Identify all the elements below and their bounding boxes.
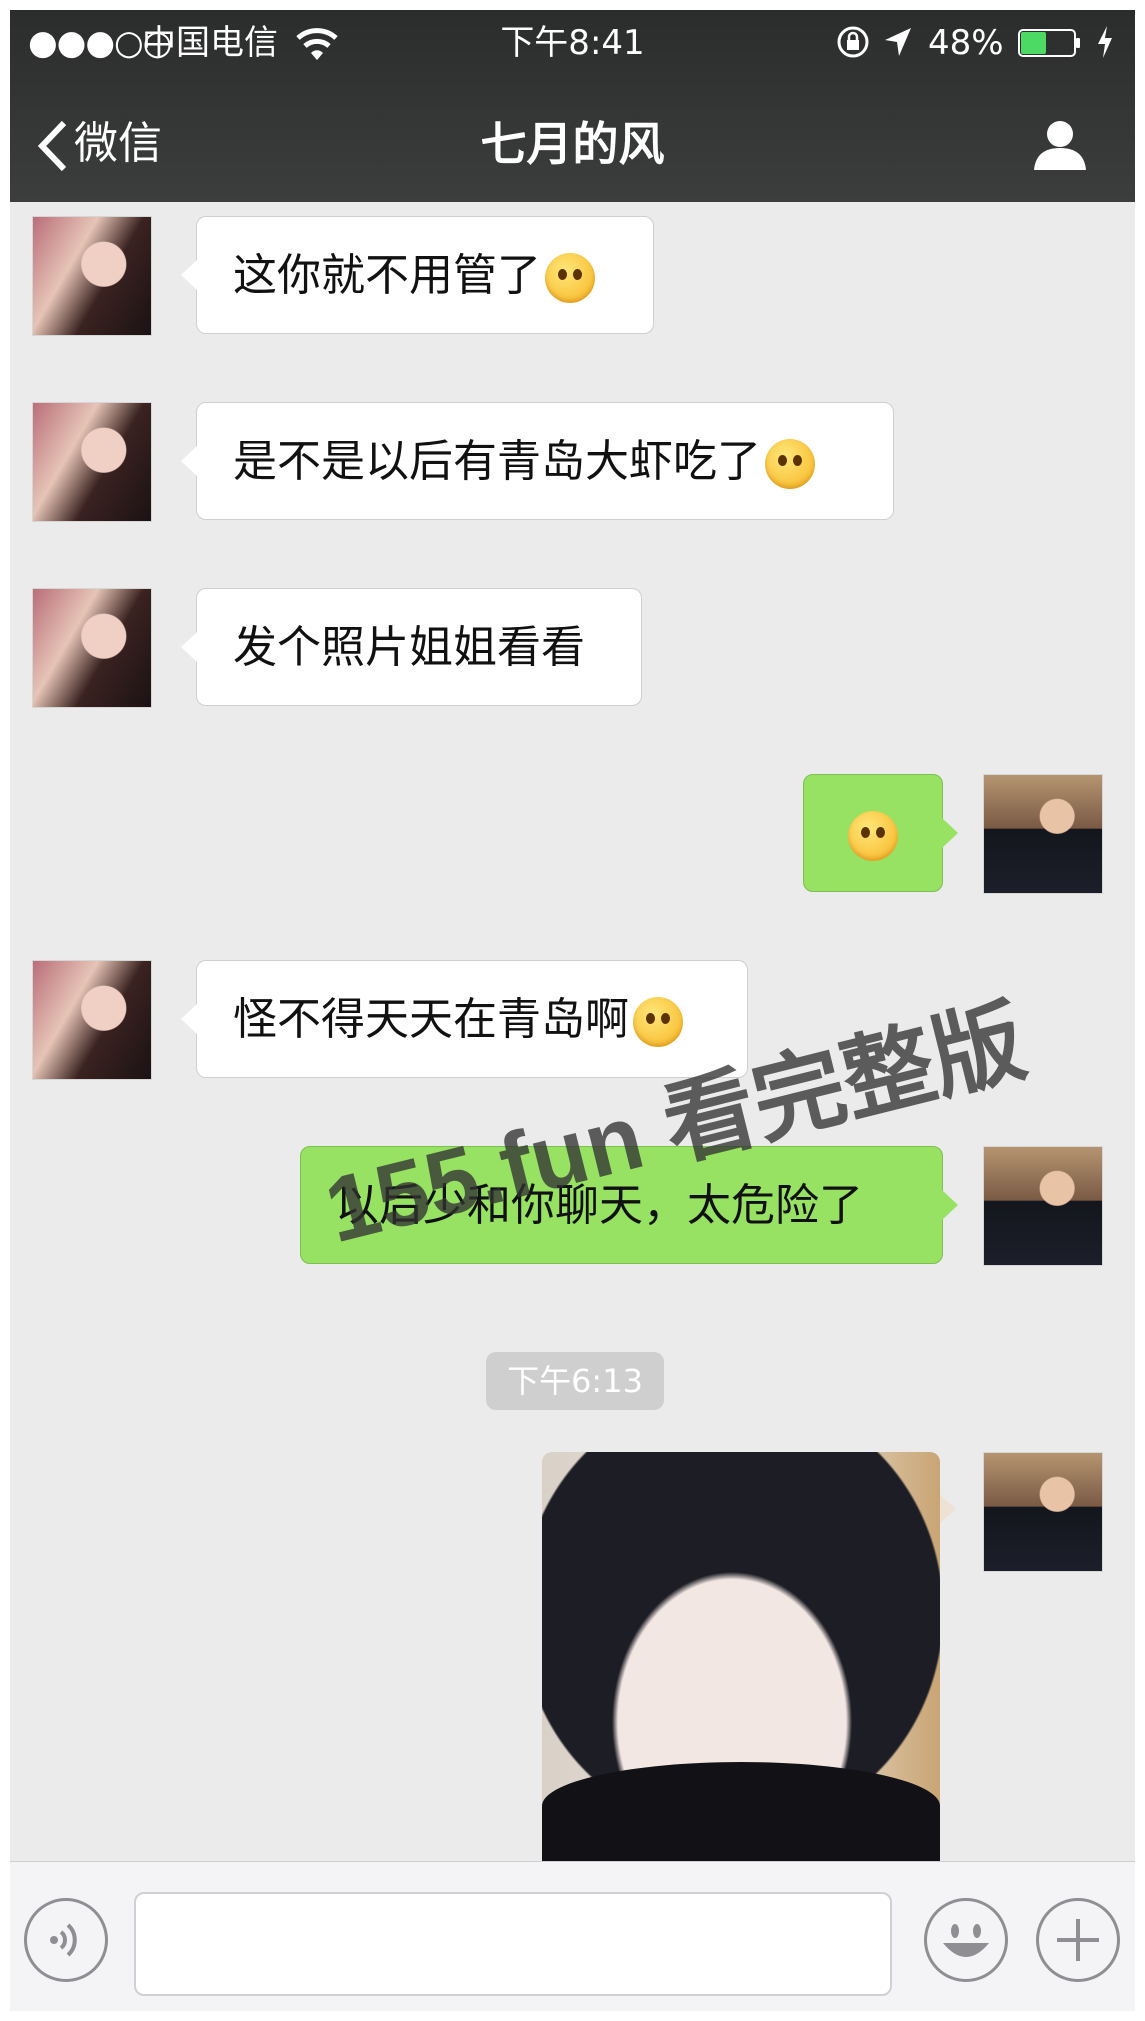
contact-avatar[interactable] [32, 588, 152, 708]
time-separator: 下午6:13 [486, 1352, 664, 1410]
incoming-message[interactable]: 怪不得天天在青岛啊 [181, 960, 748, 1078]
contact-avatar[interactable] [32, 216, 152, 336]
charging-icon [1098, 26, 1112, 58]
my-avatar[interactable] [983, 774, 1103, 894]
message-text: 以后少和你聊天，太危险了 [335, 1180, 863, 1231]
my-avatar[interactable] [983, 1452, 1103, 1572]
rotation-lock-icon [837, 26, 869, 58]
contact-avatar[interactable] [32, 402, 152, 522]
voice-icon [50, 1923, 77, 1957]
grin-emoji-icon [633, 997, 683, 1047]
battery-percent: 48% [928, 23, 1004, 63]
photo-subject [542, 1762, 940, 1872]
contact-avatar[interactable] [32, 960, 152, 1080]
incoming-message[interactable]: 是不是以后有青岛大虾吃了 [181, 402, 894, 520]
chat-screen: ●●●○○ 中国电信 下午8:41 48% 微信 七月的风 这你就不用管了 是不… [10, 10, 1135, 2011]
photo-bubble-tail [940, 1495, 956, 1523]
flushed-emoji-icon [848, 811, 898, 861]
heart-eyes-emoji-icon [765, 439, 815, 489]
back-label: 微信 [74, 118, 162, 169]
incoming-message[interactable]: 发个照片姐姐看看 [181, 588, 642, 706]
surprised-emoji-icon [545, 253, 595, 303]
incoming-message[interactable]: 这你就不用管了 [181, 216, 654, 334]
outgoing-message[interactable]: 以后少和你聊天，太危险了 [300, 1146, 958, 1264]
message-input[interactable] [134, 1892, 892, 1996]
message-text: 是不是以后有青岛大虾吃了 [233, 436, 761, 487]
photo-message[interactable] [542, 1452, 940, 1872]
emoji-icon [943, 1924, 989, 1957]
message-text: 怪不得天天在青岛啊 [233, 994, 629, 1045]
message-text: 这你就不用管了 [233, 250, 541, 301]
voice-input-button[interactable] [24, 1898, 108, 1982]
plus-icon [1057, 1919, 1099, 1961]
input-bar [10, 1861, 1135, 2011]
back-button[interactable]: 微信 [37, 104, 162, 184]
chat-title: 七月的风 [480, 117, 665, 171]
more-options-button[interactable] [1036, 1898, 1120, 1982]
my-avatar[interactable] [983, 1146, 1103, 1266]
contact-profile-icon[interactable] [1030, 114, 1090, 174]
battery-icon [1018, 29, 1080, 57]
top-bar: ●●●○○ 中国电信 下午8:41 48% 微信 七月的风 [10, 10, 1135, 202]
emoji-button[interactable] [924, 1898, 1008, 1982]
location-arrow-icon [885, 28, 911, 56]
outgoing-message[interactable] [803, 774, 958, 892]
message-text: 发个照片姐姐看看 [233, 622, 585, 673]
chevron-left-icon [37, 120, 67, 172]
